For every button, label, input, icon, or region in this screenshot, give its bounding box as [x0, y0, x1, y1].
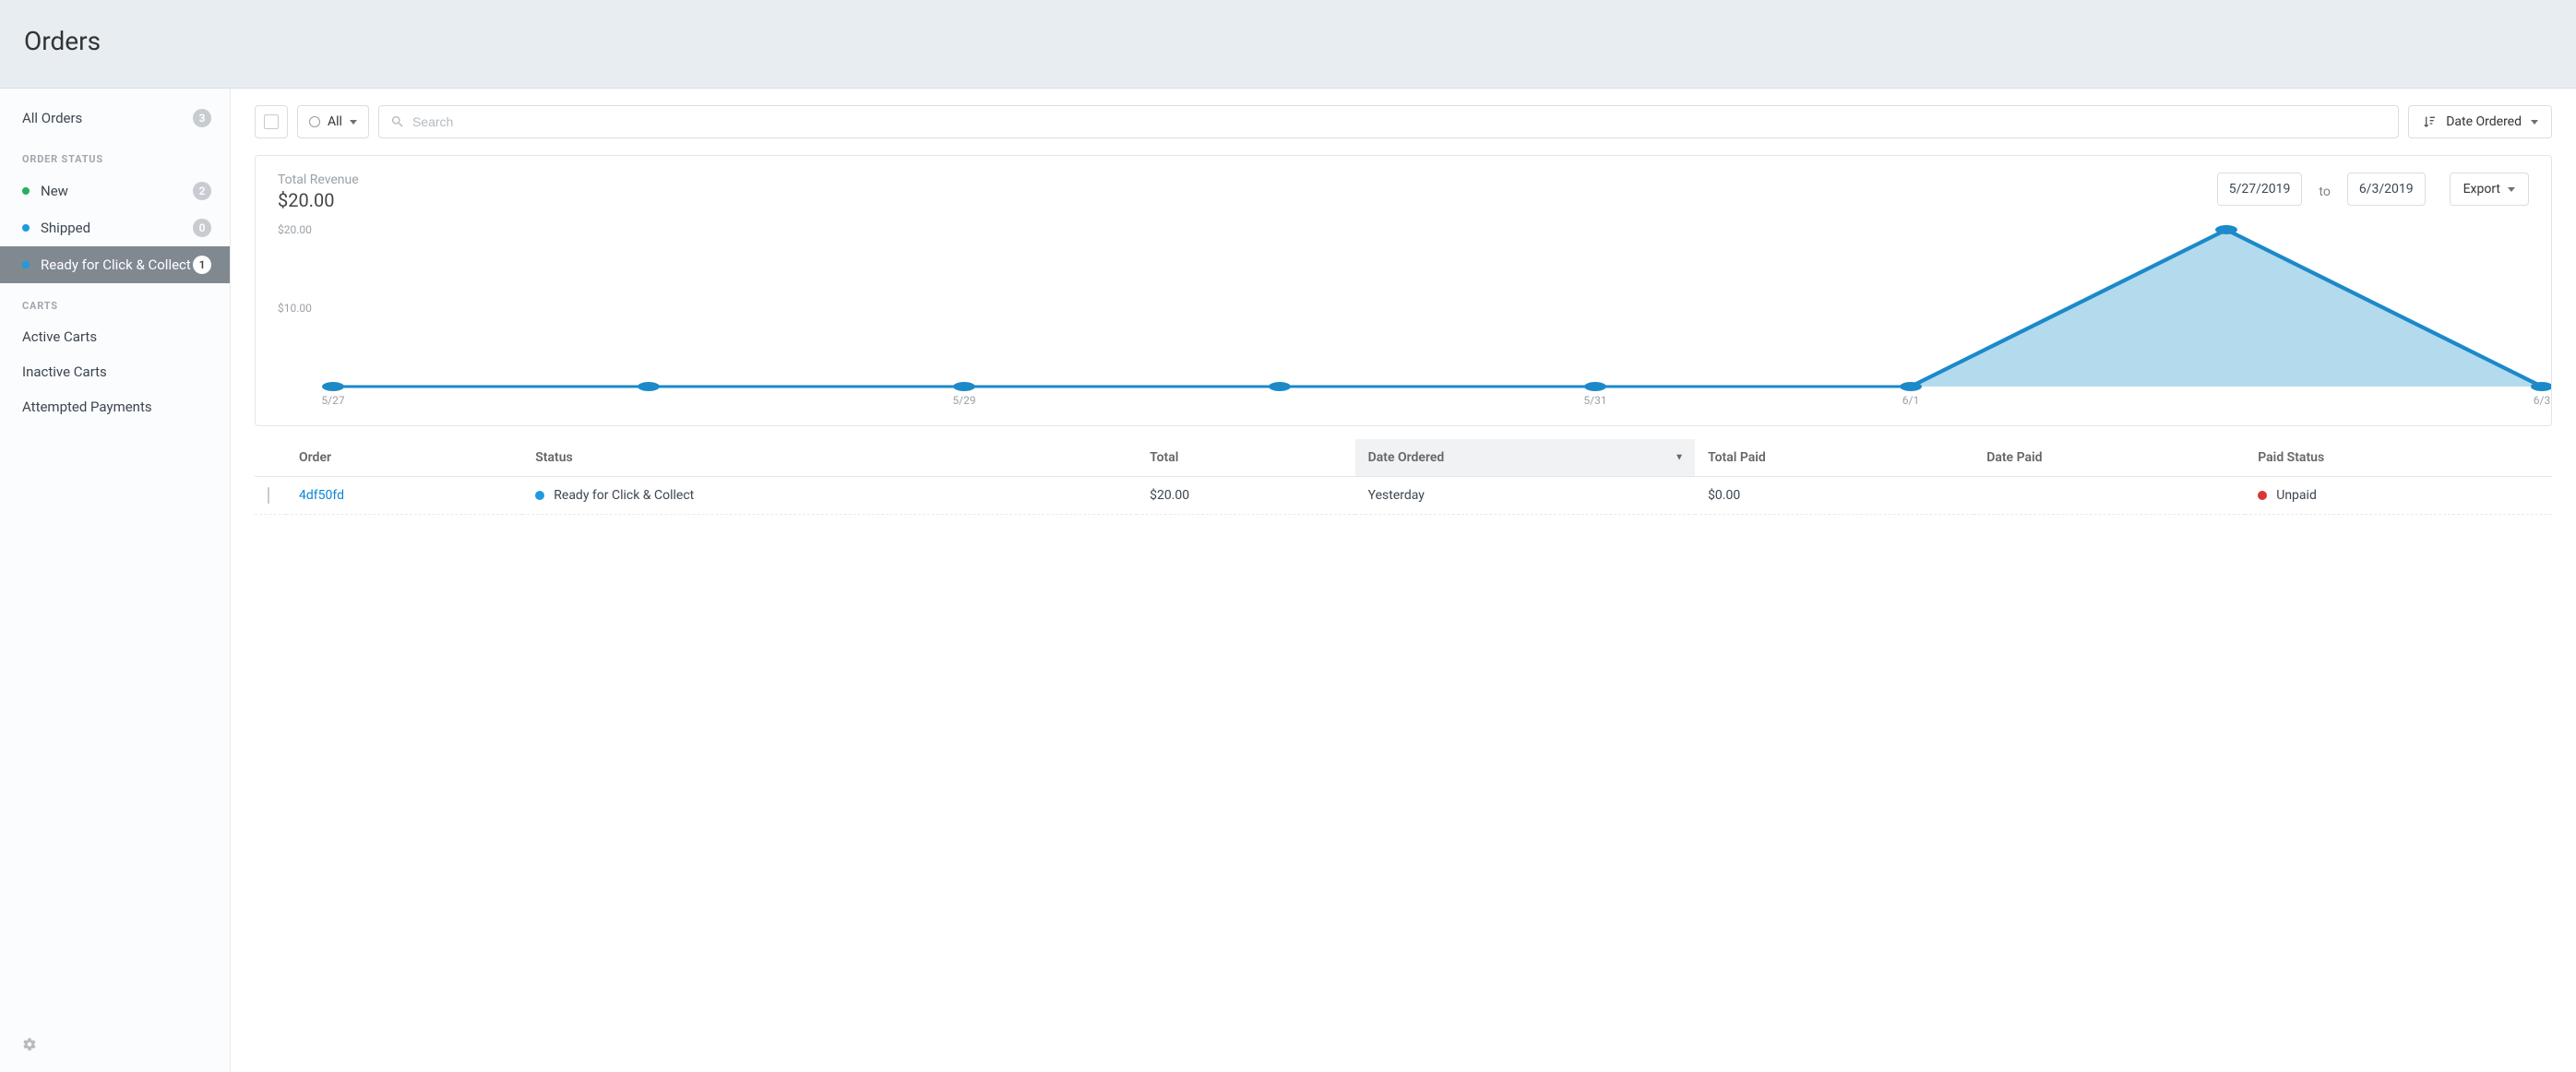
chart-x-tick: 5/31: [1583, 394, 1606, 407]
column-header-label: Date Ordered: [1368, 450, 1445, 465]
export-button[interactable]: Export: [2450, 173, 2529, 206]
chevron-down-icon: [350, 120, 357, 125]
orders-table: OrderStatusTotal Date Ordered ▼ Total PaidD…: [255, 439, 2552, 515]
sidebar: All Orders 3 ORDER STATUS New2Shipped0Re…: [0, 89, 231, 1072]
sort-icon: [2422, 114, 2437, 129]
count-badge: 3: [193, 109, 211, 127]
order-link[interactable]: 4df50fd: [299, 488, 344, 503]
cell-date-paid: [1974, 477, 2245, 515]
sort-caret-icon: ▼: [1675, 453, 1684, 463]
revenue-panel: Total Revenue $20.00 5/27/2019 to 6/3/20…: [255, 155, 2552, 426]
search-input-wrapper[interactable]: [378, 105, 2399, 138]
column-header[interactable]: Total: [1137, 439, 1355, 477]
paid-status-label: Unpaid: [2276, 488, 2317, 503]
revenue-chart: $20.00$10.00 5/275/295/316/16/3: [278, 220, 2542, 414]
status-filter-button[interactable]: All: [297, 105, 369, 138]
chart-x-tick: 6/3: [2534, 394, 2550, 407]
status-dot-icon: [22, 187, 30, 195]
checkbox-icon: [268, 487, 269, 504]
sidebar-item-label: Attempted Payments: [22, 399, 211, 415]
status-filter-label: All: [328, 114, 342, 129]
sidebar-heading-carts: CARTS: [0, 283, 230, 319]
sidebar-item-label: New: [41, 183, 193, 199]
sidebar-heading-order-status: ORDER STATUS: [0, 137, 230, 173]
sort-button[interactable]: Date Ordered: [2408, 105, 2552, 138]
checkbox-icon: [264, 114, 279, 129]
sidebar-item-status[interactable]: Ready for Click & Collect1: [0, 246, 230, 283]
chart-y-tick: $20.00: [278, 223, 312, 236]
sidebar-item-cart[interactable]: Attempted Payments: [0, 389, 230, 424]
status-dot-icon: [535, 491, 544, 500]
search-input[interactable]: [412, 114, 2387, 129]
status-dot-icon: [2258, 491, 2267, 500]
settings-gear-icon[interactable]: [0, 1028, 230, 1072]
column-header[interactable]: Order: [286, 439, 522, 477]
sidebar-item-status[interactable]: Shipped0: [0, 209, 230, 246]
cell-date-ordered: Yesterday: [1355, 477, 1695, 515]
sidebar-item-label: All Orders: [22, 110, 193, 126]
row-checkbox-cell[interactable]: [255, 477, 286, 515]
sidebar-item-label: Active Carts: [22, 328, 211, 345]
count-badge: 2: [193, 182, 211, 200]
page-header: Orders: [0, 0, 2576, 89]
chevron-down-icon: [2508, 187, 2515, 192]
status-dot-icon: [22, 224, 30, 232]
revenue-label: Total Revenue: [278, 173, 359, 187]
sidebar-item-all-orders[interactable]: All Orders 3: [0, 100, 230, 137]
toolbar: All Date Ordered: [255, 105, 2552, 138]
status-ring-icon: [309, 116, 320, 127]
count-badge: 1: [193, 256, 211, 274]
date-from-input[interactable]: 5/27/2019: [2217, 173, 2303, 206]
status-dot-icon: [22, 261, 30, 268]
column-header[interactable]: Total Paid: [1695, 439, 1974, 477]
cell-status: Ready for Click & Collect: [522, 477, 1137, 515]
revenue-amount: $20.00: [278, 189, 359, 211]
cell-order: 4df50fd: [286, 477, 522, 515]
search-icon: [390, 114, 405, 129]
sidebar-item-label: Shipped: [41, 220, 193, 236]
page-title: Orders: [24, 26, 2552, 56]
count-badge: 0: [193, 219, 211, 237]
column-header[interactable]: Date Paid: [1974, 439, 2245, 477]
chevron-down-icon: [2531, 120, 2538, 125]
select-all-checkbox[interactable]: [255, 105, 288, 138]
column-header[interactable]: Date Ordered ▼: [1355, 439, 1695, 477]
column-header[interactable]: Status: [522, 439, 1137, 477]
date-to-input[interactable]: 6/3/2019: [2347, 173, 2426, 206]
cell-total: $20.00: [1137, 477, 1355, 515]
cell-total-paid: $0.00: [1695, 477, 1974, 515]
chart-y-tick: $10.00: [278, 302, 312, 315]
main-content: All Date Ordered Total Revenue $20.00: [231, 89, 2576, 1072]
sidebar-item-cart[interactable]: Active Carts: [0, 319, 230, 354]
chart-x-tick: 6/1: [1902, 394, 1919, 407]
date-to-label: to: [2313, 185, 2335, 199]
table-row: 4df50fd Ready for Click & Collect $20.00Ye…: [255, 477, 2552, 515]
cell-paid-status: Unpaid: [2245, 477, 2552, 515]
status-label: Ready for Click & Collect: [554, 488, 694, 503]
sidebar-item-label: Inactive Carts: [22, 363, 211, 380]
sidebar-item-cart[interactable]: Inactive Carts: [0, 354, 230, 389]
sort-label: Date Ordered: [2446, 114, 2522, 129]
column-header-checkbox: [255, 439, 286, 477]
column-header[interactable]: Paid Status: [2245, 439, 2552, 477]
export-label: Export: [2463, 182, 2500, 197]
chart-x-tick: 5/29: [952, 394, 975, 407]
sidebar-item-status[interactable]: New2: [0, 173, 230, 209]
chart-x-tick: 5/27: [321, 394, 344, 407]
sidebar-item-label: Ready for Click & Collect: [41, 256, 193, 273]
